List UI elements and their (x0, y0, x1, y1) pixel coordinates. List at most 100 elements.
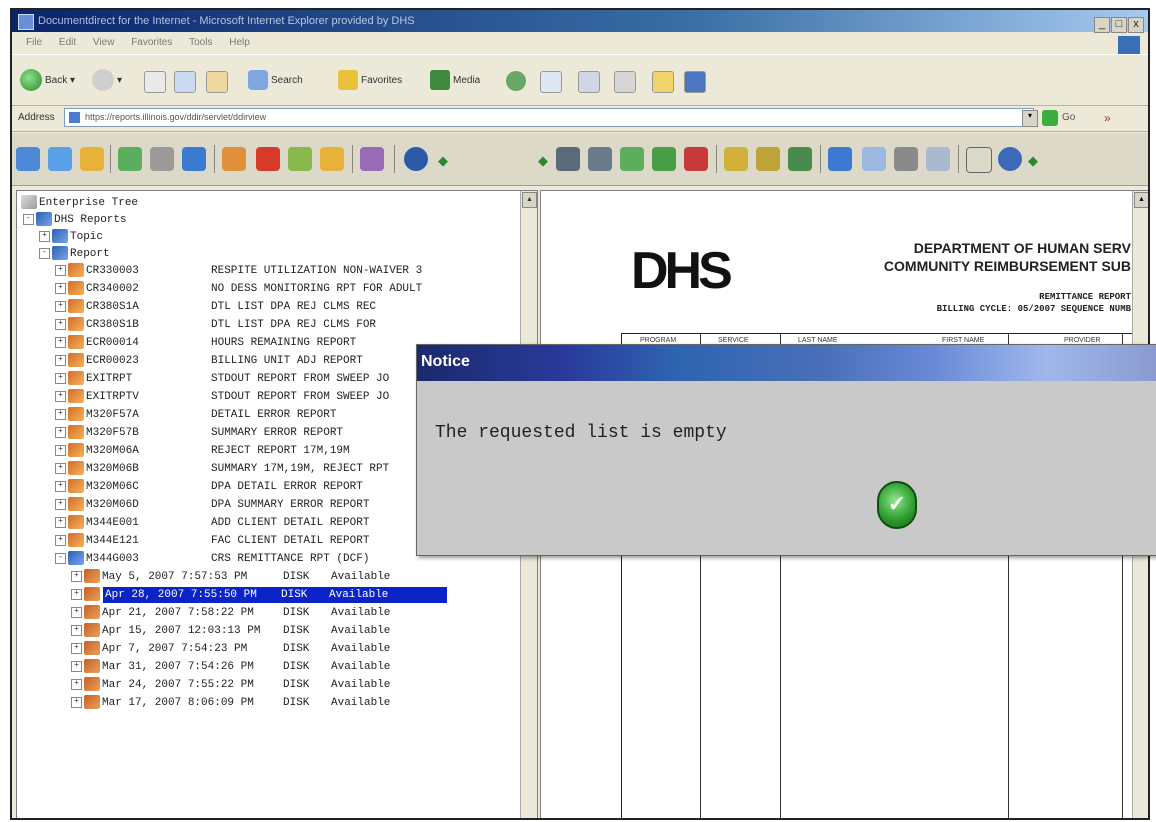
edit-icon[interactable] (614, 71, 636, 93)
scroll-up-icon[interactable]: ▲ (522, 192, 537, 208)
expand-icon[interactable]: + (71, 570, 82, 582)
go-arrow-icon[interactable] (1042, 110, 1058, 126)
scroll-up-icon[interactable]: ▲ (1134, 192, 1148, 208)
stop-icon[interactable] (144, 71, 166, 93)
goto-icon[interactable] (788, 147, 812, 171)
maximize-button[interactable]: □ (1111, 17, 1127, 33)
tree-report-item[interactable]: + M320M06B SUMMARY 17M,19M, REJECT RPT (55, 461, 389, 477)
minimize-button[interactable]: _ (1094, 17, 1110, 33)
next-page-icon[interactable] (620, 147, 644, 171)
address-dropdown-button[interactable]: ▾ (1022, 110, 1038, 127)
ok-checkmark-button[interactable]: ✓ (877, 481, 917, 529)
tree-report-item[interactable]: + CR340002 NO DESS MONITORING RPT FOR ADUL… (55, 281, 422, 297)
refresh-icon[interactable] (174, 71, 196, 93)
prev-page-icon[interactable] (588, 147, 612, 171)
tree-report-item[interactable]: + M320M06D DPA SUMMARY ERROR REPORT (55, 497, 369, 513)
expand-icon[interactable]: + (71, 624, 82, 636)
expand-icon[interactable]: + (71, 606, 82, 618)
expand-icon[interactable]: + (55, 264, 66, 276)
open-folder-icon[interactable] (80, 147, 104, 171)
refresh-tree-icon[interactable] (118, 147, 142, 171)
expand-icon[interactable]: + (55, 498, 66, 510)
expand-icon[interactable]: + (39, 230, 50, 242)
expand-icon[interactable]: + (55, 534, 66, 546)
copy-icon[interactable] (926, 147, 950, 171)
folder-view-icon[interactable] (320, 147, 344, 171)
save-icon[interactable] (828, 147, 852, 171)
report-version-item[interactable]: + Mar 17, 2007 8:06:09 PM DISK Available (71, 695, 390, 711)
toolbar-scroll-icon[interactable]: ◆ (438, 153, 448, 169)
tree-report-item[interactable]: + M320M06A REJECT REPORT 17M,19M (55, 443, 350, 459)
history-icon[interactable] (506, 71, 526, 91)
address-input[interactable]: https://reports.illinois.gov/ddir/servle… (64, 108, 1034, 127)
report-version-item[interactable]: + Mar 31, 2007 7:54:26 PM DISK Available (71, 659, 390, 675)
back-button[interactable]: Back ▾ (20, 69, 75, 93)
report-version-item[interactable]: + May 5, 2007 7:57:53 PM DISK Available (71, 569, 390, 585)
help-icon[interactable] (404, 147, 428, 171)
toolbar-scroll-right-icon[interactable]: ◆ (1028, 153, 1038, 169)
toolbar-scroll-left-icon[interactable]: ◆ (538, 153, 548, 169)
add-report-icon[interactable] (222, 147, 246, 171)
report-version-item[interactable]: + Apr 21, 2007 7:58:22 PM DISK Available (71, 605, 390, 621)
tree-report-item[interactable]: + CR380S1A DTL LIST DPA REJ CLMS REC (55, 299, 376, 315)
print-icon[interactable] (578, 71, 600, 93)
search-text-icon[interactable] (724, 147, 748, 171)
tree-report-item-expanded[interactable]: - M344G003 CRS REMITTANCE RPT (DCF) (55, 551, 369, 567)
first-page-icon[interactable] (556, 147, 580, 171)
expand-icon[interactable]: + (55, 444, 66, 456)
expand-icon[interactable]: + (55, 516, 66, 528)
find-next-icon[interactable] (756, 147, 780, 171)
folder-icon[interactable] (652, 71, 674, 93)
menu-tools[interactable]: Tools (189, 37, 212, 48)
bookmark-icon[interactable] (684, 147, 708, 171)
menu-edit[interactable]: Edit (59, 37, 76, 48)
report-version-item[interactable]: + Mar 24, 2007 7:55:22 PM DISK Available (71, 677, 390, 693)
expand-icon[interactable]: + (55, 372, 66, 384)
collapse-icon[interactable]: - (23, 213, 34, 225)
find-icon[interactable] (48, 147, 72, 171)
settings-icon[interactable] (360, 147, 384, 171)
last-page-icon[interactable] (652, 147, 676, 171)
report-version-item-selected[interactable]: + Apr 28, 2007 7:55:50 PM DISK Available (71, 587, 447, 603)
expand-icon[interactable]: + (55, 462, 66, 474)
tree-report-item[interactable]: + M320F57B SUMMARY ERROR REPORT (55, 425, 343, 441)
expand-icon[interactable]: + (71, 642, 82, 654)
tree-report-item[interactable]: + EXITRPT STDOUT REPORT FROM SWEEP JO (55, 371, 389, 387)
menu-file[interactable]: File (26, 37, 42, 48)
favorites-button[interactable]: Favorites (338, 69, 402, 93)
tree-report-item[interactable]: + M320M06C DPA DETAIL ERROR REPORT (55, 479, 363, 495)
tree-root-enterprise[interactable]: Enterprise Tree (21, 195, 138, 211)
close-button[interactable]: x (1128, 17, 1144, 33)
tree-report-item[interactable]: + ECR00023 BILLING UNIT ADJ REPORT (55, 353, 363, 369)
print-page-icon[interactable] (894, 147, 918, 171)
tree-node-report[interactable]: - Report (39, 246, 110, 262)
menu-favorites[interactable]: Favorites (131, 37, 172, 48)
tree-report-item[interactable]: + M344E121 FAC CLIENT DETAIL REPORT (55, 533, 369, 549)
print-report-icon[interactable] (150, 147, 174, 171)
tree-view-icon[interactable] (16, 147, 40, 171)
collapse-icon[interactable]: - (39, 247, 50, 259)
expand-icon[interactable]: + (55, 318, 66, 330)
tree-report-item[interactable]: + ECR00014 HOURS REMAINING REPORT (55, 335, 356, 351)
mail-icon[interactable] (540, 71, 562, 93)
report-version-item[interactable]: + Apr 7, 2007 7:54:23 PM DISK Available (71, 641, 390, 657)
expand-icon[interactable]: + (55, 390, 66, 402)
tree-report-item[interactable]: + M344E001 ADD CLIENT DETAIL REPORT (55, 515, 369, 531)
expand-icon[interactable]: + (71, 696, 82, 708)
glasses-icon[interactable] (966, 147, 992, 173)
tree-node-dhs-reports[interactable]: - DHS Reports (23, 212, 127, 228)
menu-view[interactable]: View (93, 37, 115, 48)
expand-icon[interactable]: + (55, 300, 66, 312)
export-icon[interactable] (182, 147, 206, 171)
report-version-item[interactable]: + Apr 15, 2007 12:03:13 PM DISK Available (71, 623, 390, 639)
expand-icon[interactable]: + (55, 336, 66, 348)
email-icon[interactable] (862, 147, 886, 171)
tree-report-item[interactable]: + EXITRPTV STDOUT REPORT FROM SWEEP JO (55, 389, 389, 405)
notice-title-bar[interactable]: Notice (417, 345, 1156, 381)
home-icon[interactable] (206, 71, 228, 93)
properties-icon[interactable] (288, 147, 312, 171)
tree-node-topic[interactable]: + Topic (39, 229, 103, 245)
zoom-icon[interactable] (998, 147, 1022, 171)
expand-icon[interactable]: + (55, 282, 66, 294)
delete-icon[interactable] (256, 147, 280, 171)
